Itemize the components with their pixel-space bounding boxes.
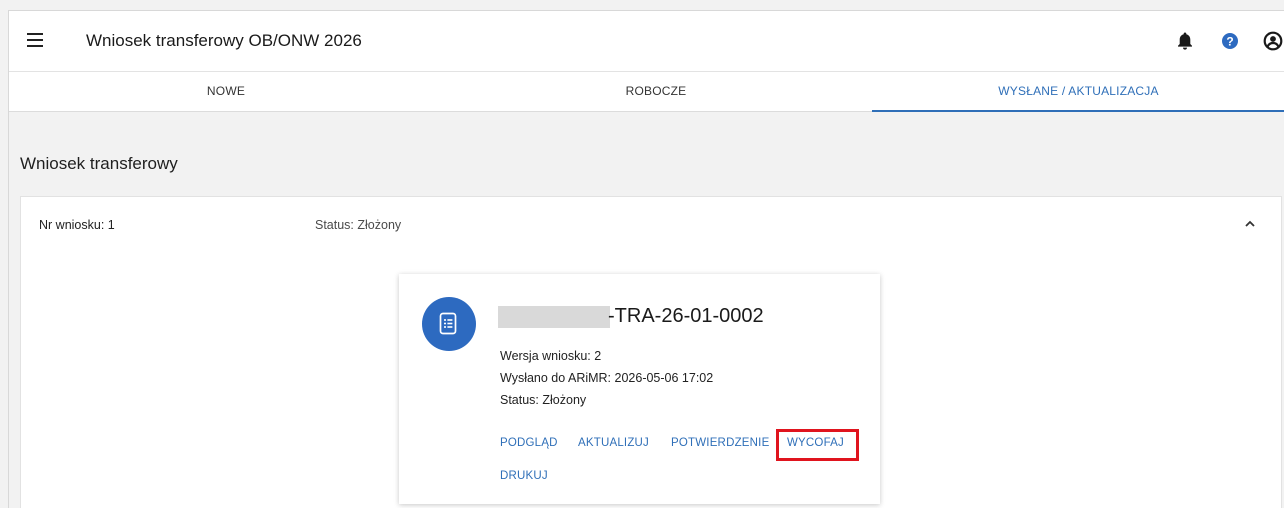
card-status: Status: Złożony <box>500 393 587 407</box>
application-status: Status: Złożony <box>315 218 402 232</box>
account-icon[interactable] <box>1263 31 1283 51</box>
version-info: Wersja wniosku: 2 <box>500 349 602 363</box>
document-list-icon <box>422 297 476 351</box>
aktualizuj-button[interactable]: AKTUALIZUJ <box>578 437 649 449</box>
chevron-up-icon[interactable] <box>1243 217 1257 231</box>
help-icon[interactable]: ? <box>1221 31 1239 51</box>
tab-nowe[interactable]: NOWE <box>11 72 441 112</box>
application-number: Nr wniosku: 1 <box>39 218 115 232</box>
bell-icon[interactable] <box>1176 31 1194 51</box>
tab-bar: NOWE ROBOCZE WYSŁANE / AKTUALIZACJA <box>9 72 1284 112</box>
potwierdzenie-button[interactable]: POTWIERDZENIE <box>671 437 769 449</box>
application-panel: Nr wniosku: 1 Status: Złożony -TRA-26-01… <box>20 196 1282 508</box>
svg-text:?: ? <box>1226 34 1233 48</box>
redacted-id-prefix <box>498 306 610 328</box>
application-card: -TRA-26-01-0002 Wersja wniosku: 2 Wysłan… <box>399 274 880 504</box>
podglad-button[interactable]: PODGLĄD <box>500 437 558 449</box>
section-title: Wniosek transferowy <box>20 154 178 173</box>
app-frame: Wniosek transferowy OB/ONW 2026 ? NOWE R… <box>8 10 1284 508</box>
sent-info: Wysłano do ARiMR: 2026-05-06 17:02 <box>500 371 714 385</box>
document-number: -TRA-26-01-0002 <box>608 305 764 327</box>
app-bar: Wniosek transferowy OB/ONW 2026 ? <box>9 11 1284 72</box>
drukuj-button[interactable]: DRUKUJ <box>500 470 548 482</box>
hamburger-menu-icon[interactable] <box>27 33 43 47</box>
tab-robocze[interactable]: ROBOCZE <box>441 72 871 112</box>
tab-wyslane-aktualizacja[interactable]: WYSŁANE / AKTUALIZACJA <box>872 72 1284 112</box>
app-title: Wniosek transferowy OB/ONW 2026 <box>86 31 362 50</box>
wycofaj-highlight-box <box>776 429 859 461</box>
